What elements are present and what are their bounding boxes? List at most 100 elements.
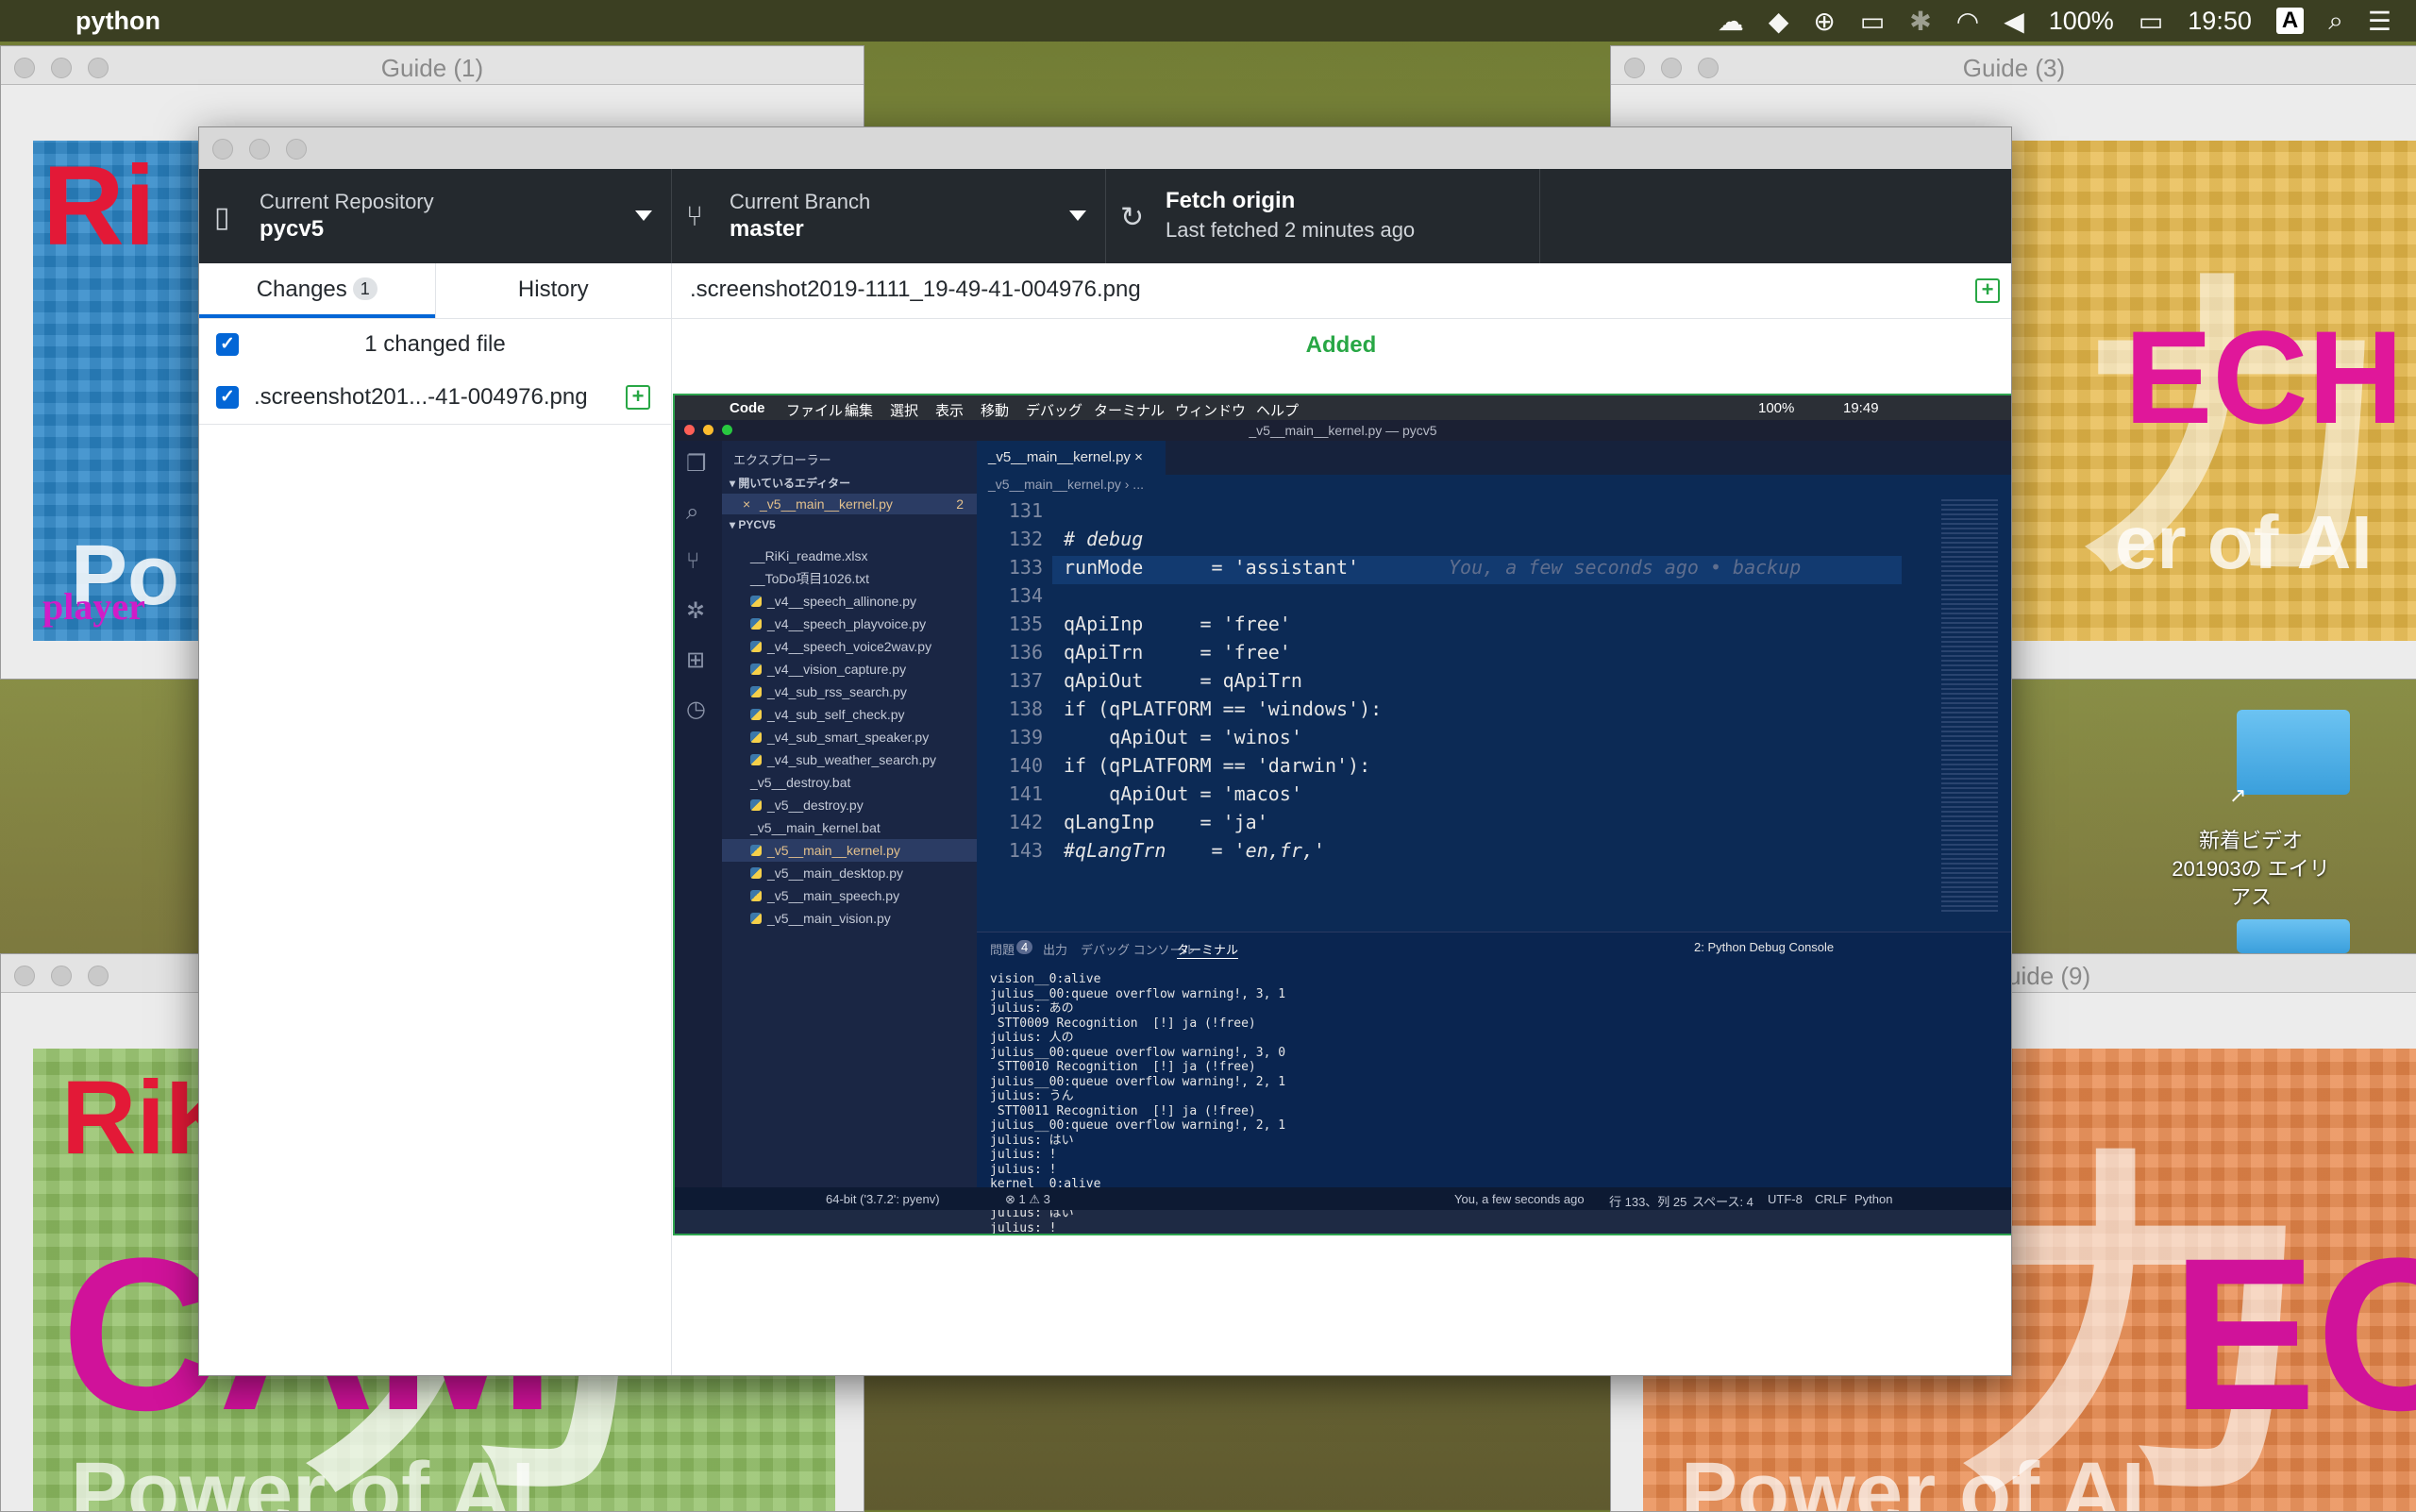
battery-icon[interactable]: ▭ <box>2139 6 2163 37</box>
vs-window-title: _v5__main__kernel.py — pycv5 <box>675 420 2011 441</box>
changes-sidebar: Changes 1 History ✓ 1 changed file ✓ .scr… <box>199 263 672 1375</box>
line-number: 131 <box>1008 499 1043 522</box>
changes-count-badge: 1 <box>352 277 378 300</box>
folder-icon[interactable] <box>2237 710 2350 795</box>
airplay-icon[interactable]: ▭ <box>1860 6 1885 37</box>
status-interpreter: 64-bit ('3.7.2': pyenv) <box>826 1192 940 1206</box>
guide-1-title: Guide (1) <box>380 54 484 82</box>
panel-tabs: 問題 4 出力 デバッグ コンソール ターミナル 2: Python Debug… <box>977 932 2011 961</box>
branch-value: master <box>730 216 804 242</box>
tab-history[interactable]: History <box>434 263 672 318</box>
extensions-icon: ⊞ <box>686 647 706 673</box>
vs-menu-window: ウィンドウ <box>1175 403 1247 419</box>
line-number: 133 <box>1008 556 1043 579</box>
chevron-down-icon <box>1069 210 1086 221</box>
changed-files-summary: 1 changed file <box>364 331 506 357</box>
github-desktop-window: ▯ Current Repository pycv5 ⑂ Current Bra… <box>198 126 2012 1376</box>
current-branch-button[interactable]: ⑂ Current Branch master <box>671 169 1106 263</box>
explorer-file: _v5__main_desktop.py <box>750 862 903 884</box>
vs-menu-terminal: ターミナル <box>1094 403 1166 419</box>
file-name: _v5__main_desktop.py <box>767 865 903 881</box>
editor-tab: _v5__main__kernel.py × <box>977 441 1166 475</box>
vs-clock: 19:49 <box>1843 400 1879 416</box>
line-number: 141 <box>1008 782 1043 805</box>
search-icon: ⌕ <box>686 499 699 525</box>
status-indentation: スペース: 4 <box>1692 1195 1753 1209</box>
panel-tab-problems: 問題 <box>990 943 1015 957</box>
file-checkbox[interactable]: ✓ <box>216 386 239 409</box>
active-app-name[interactable]: python <box>76 7 160 36</box>
fetch-origin-button[interactable]: ↻ Fetch origin Last fetched 2 minutes ag… <box>1105 169 1540 263</box>
status-eol: CRLF <box>1815 1192 1847 1206</box>
guide-3-title: Guide (3) <box>1962 54 2066 82</box>
minimize-button[interactable] <box>249 139 270 160</box>
explorer-file: _v5__main_vision.py <box>750 907 891 930</box>
search-icon[interactable]: ⌕ <box>2328 6 2343 37</box>
bluetooth-icon[interactable]: ✱ <box>1909 6 1931 37</box>
terminal-select: 2: Python Debug Console <box>1694 940 1835 954</box>
volume-icon[interactable]: ◀︎ <box>2004 6 2024 37</box>
panel-tab-output: 出力 <box>1043 943 1068 957</box>
line-number: 137 <box>1008 669 1043 692</box>
line-number: 132 <box>1008 528 1043 550</box>
sync-icon: ↻ <box>1120 202 1145 233</box>
current-repository-button[interactable]: ▯ Current Repository pycv5 <box>199 169 672 263</box>
code-line: qApiOut = qApiTrn <box>1064 669 1302 692</box>
explorer-file: _v5__main_kernel.bat <box>750 816 881 839</box>
file-name: _v4__speech_allinone.py <box>767 594 917 609</box>
guide-3-image: 力 ECH er of AI <box>2011 141 2416 641</box>
panel-tab-terminal: ターミナル <box>1177 940 1239 959</box>
tab-history-label: History <box>517 277 589 302</box>
git-history-icon: ◷ <box>686 697 706 722</box>
open-editor-item: × _v5__main__kernel.py 2 <box>722 494 977 514</box>
minimap <box>1941 499 1998 915</box>
folder-icon-2[interactable] <box>2237 919 2350 953</box>
menu-extras: ☁ ◆ ⊕ ▭ ✱ ◠ ◀︎ 100% ▭ 19:50 A ⌕ ☰ <box>1718 0 2391 42</box>
tab-changes-label: Changes <box>256 277 347 302</box>
open-editor-file: _v5__main__kernel.py <box>760 496 893 512</box>
wifi-icon[interactable]: ◠ <box>1956 6 1979 37</box>
cloud-icon[interactable]: ☁ <box>1718 6 1744 37</box>
power-text: Power of AI <box>71 1446 535 1511</box>
explorer-file: __ToDo項目1026.txt <box>750 567 869 590</box>
vs-menu-help: ヘルプ <box>1256 403 1300 419</box>
battery-percent[interactable]: 100% <box>2049 7 2114 36</box>
explorer-file: _v4_sub_smart_speaker.py <box>750 726 929 748</box>
guide-3-titlebar[interactable]: Guide (3) <box>1611 46 2416 85</box>
tab-changes[interactable]: Changes 1 <box>199 263 435 318</box>
repo-toolbar: ▯ Current Repository pycv5 ⑂ Current Bra… <box>199 169 2011 263</box>
image-diff-added-label: Added <box>1305 332 1377 358</box>
window-titlebar[interactable] <box>199 127 2011 170</box>
file-name: __RiKi_readme.xlsx <box>750 548 868 563</box>
close-button[interactable] <box>212 139 233 160</box>
file-name: _v4_sub_weather_search.py <box>767 752 937 767</box>
list-icon[interactable]: ☰ <box>2368 6 2391 37</box>
desktop-folder-label[interactable]: 新着ビデオ201903の エイリアス <box>2171 827 2331 912</box>
vs-status-bar: 64-bit ('3.7.2': pyenv) ⊗ 1 ⚠ 3 You, a f… <box>675 1187 2011 1210</box>
macos-menu-bar: python ☁ ◆ ⊕ ▭ ✱ ◠ ◀︎ 100% ▭ 19:50 A ⌕ ☰ <box>0 0 2416 42</box>
file-name: _v5__destroy.py <box>767 798 864 813</box>
breadcrumb: _v5__main__kernel.py › ... <box>988 477 1144 492</box>
status-cursor-position: 行 133、列 25 <box>1609 1195 1687 1209</box>
problems-badge: 4 <box>1016 940 1033 954</box>
dropbox-icon[interactable]: ◆ <box>1769 6 1789 37</box>
line-number: 142 <box>1008 811 1043 833</box>
input-source-indicator[interactable]: A <box>2275 8 2305 34</box>
vs-battery: 100% <box>1758 400 1795 416</box>
line-number: 135 <box>1008 613 1043 635</box>
player-text: player <box>42 585 145 628</box>
zoom-button[interactable] <box>286 139 307 160</box>
git-blame-annotation: You, a few seconds ago • backup <box>1449 556 1802 579</box>
accessibility-icon[interactable]: ⊕ <box>1813 6 1835 37</box>
code-line: qApiOut = 'macos' <box>1064 782 1302 805</box>
changed-file-row[interactable]: ✓ .screenshot201...-41-004976.png + <box>199 371 671 425</box>
code-line: runMode = 'assistant' <box>1064 556 1360 579</box>
file-name: _v4__vision_capture.py <box>767 662 907 677</box>
branch-icon: ⑂ <box>686 201 703 232</box>
guide-1-titlebar[interactable]: Guide (1) <box>1 46 864 85</box>
explorer-file: _v4__speech_voice2wav.py <box>750 635 931 658</box>
changed-file-name: .screenshot201...-41-004976.png <box>254 384 588 410</box>
clock[interactable]: 19:50 <box>2188 7 2252 36</box>
sidebar-tabs: Changes 1 History <box>199 263 671 319</box>
explorer-file: _v4_sub_rss_search.py <box>750 680 907 703</box>
